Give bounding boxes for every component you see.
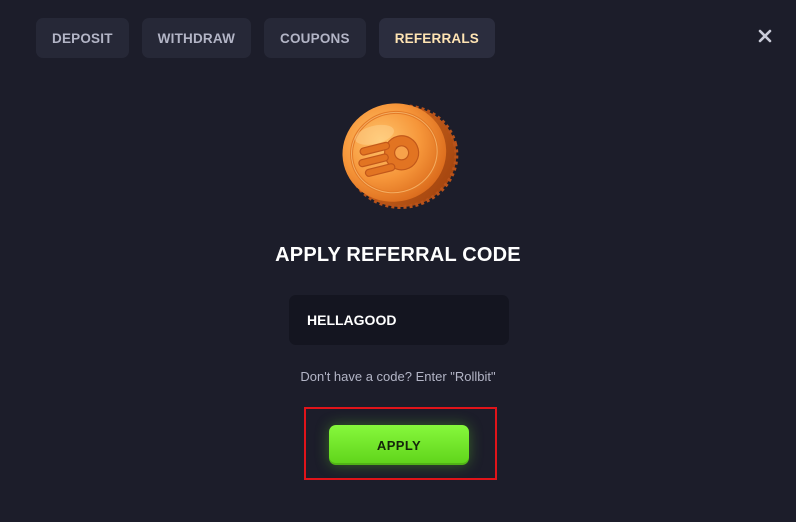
referral-code-input[interactable]: [289, 295, 509, 345]
tab-coupons[interactable]: COUPONS: [264, 18, 366, 58]
wallet-tabs: DEPOSIT WITHDRAW COUPONS REFERRALS: [36, 18, 495, 58]
tab-referrals[interactable]: REFERRALS: [378, 18, 495, 58]
tab-withdraw[interactable]: WITHDRAW: [141, 18, 252, 58]
tab-deposit[interactable]: DEPOSIT: [36, 18, 129, 58]
coin-icon: [342, 103, 459, 209]
close-icon[interactable]: [755, 26, 775, 46]
apply-button[interactable]: APPLY: [329, 425, 469, 465]
page-title: APPLY REFERRAL CODE: [275, 244, 521, 266]
hint-text: Don't have a code? Enter "Rollbit": [300, 369, 496, 384]
